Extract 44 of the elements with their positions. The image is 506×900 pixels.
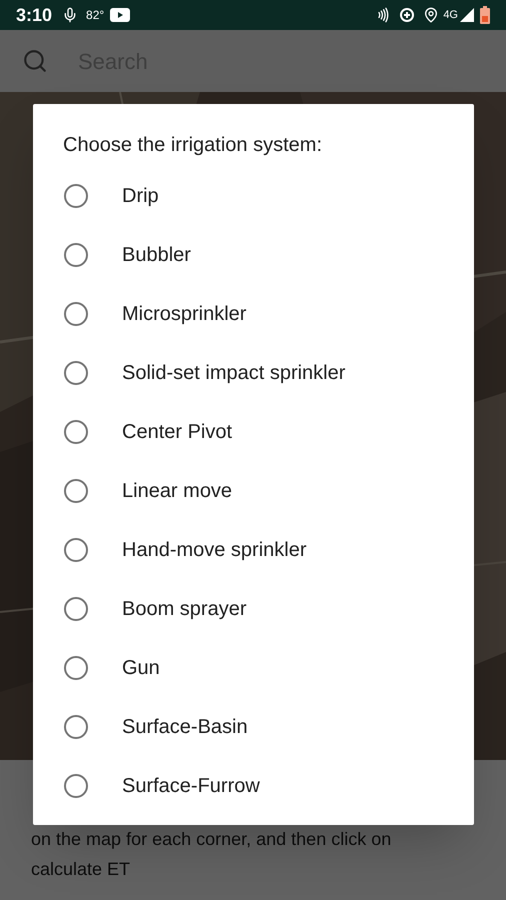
dialog-title: Choose the irrigation system: <box>62 133 324 158</box>
microphone-icon <box>62 7 78 23</box>
radio-button[interactable] <box>64 420 88 444</box>
option-label: Boom sprayer <box>122 596 246 622</box>
radio-option[interactable]: Bubbler <box>33 225 474 284</box>
option-label: Center Pivot <box>122 420 232 444</box>
temperature: 82° <box>86 7 104 24</box>
option-label: Bubbler <box>122 242 191 268</box>
option-label: Surface-Furrow <box>122 774 260 798</box>
radio-option[interactable]: Linear move <box>33 461 474 520</box>
play-icon <box>110 8 130 22</box>
search-icon <box>22 48 48 74</box>
radio-button[interactable] <box>64 242 88 266</box>
radio-button[interactable] <box>64 714 88 738</box>
radio-option[interactable]: Gun <box>33 638 474 697</box>
location-icon <box>423 7 440 23</box>
radio-option[interactable]: Solid-set impact sprinkler <box>33 343 474 402</box>
radio-button[interactable] <box>64 184 88 208</box>
instructions-text: on the map for each corner, and then click on calculate ET <box>31 828 392 881</box>
radio-option[interactable]: Hand-move sprinkler <box>33 520 474 579</box>
radio-option[interactable]: Microsprinkler <box>33 284 474 343</box>
option-label: Gun <box>122 656 160 680</box>
radio-button[interactable] <box>64 360 88 384</box>
radio-option[interactable]: Surface-Furrow <box>33 756 474 815</box>
option-label: Surface-Basin <box>122 714 248 740</box>
radio-button[interactable] <box>64 538 88 562</box>
radio-option[interactable]: Center Pivot <box>33 402 474 461</box>
radio-button[interactable] <box>64 478 88 502</box>
option-label: Solid-set impact sprinkler <box>122 360 346 386</box>
radio-option[interactable]: Boom sprayer <box>33 579 474 638</box>
option-label: Linear move <box>122 478 232 504</box>
option-label: Hand-move sprinkler <box>122 538 307 562</box>
battery-icon <box>480 6 490 24</box>
radio-button[interactable] <box>64 774 88 798</box>
option-label: Drip <box>122 184 159 208</box>
signal-icon <box>460 8 474 22</box>
radio-button[interactable] <box>64 302 88 326</box>
radio-button[interactable] <box>64 596 88 620</box>
option-label: Microsprinkler <box>122 302 246 326</box>
radio-button[interactable] <box>64 656 88 680</box>
clock: 3:10 <box>16 4 52 26</box>
radio-option[interactable]: Drip <box>33 166 474 225</box>
radio-option[interactable]: Surface-Basin <box>33 697 474 756</box>
network-type: 4G <box>443 8 458 23</box>
